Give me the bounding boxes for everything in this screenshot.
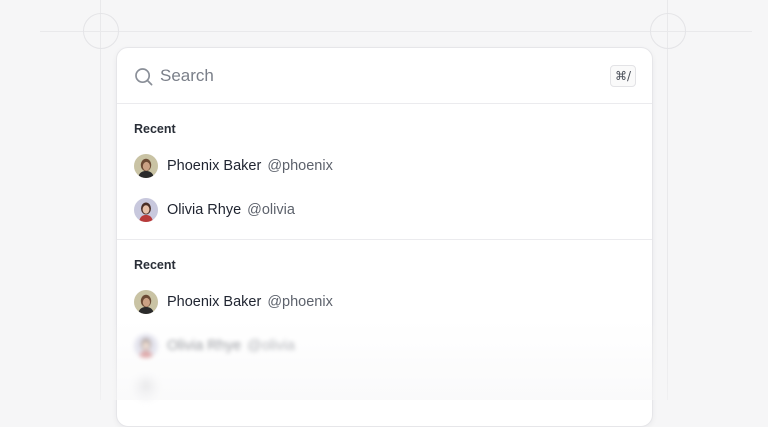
phoenix-avatar (134, 290, 158, 314)
list-item[interactable] (134, 374, 634, 402)
list-item-phoenix-baker[interactable]: Phoenix Baker @phoenix (134, 152, 634, 180)
user-name: Olivia Rhye (167, 338, 242, 354)
user-handle: @olivia (247, 202, 295, 218)
user-handle: @phoenix (267, 294, 333, 310)
user-handle: @phoenix (267, 158, 333, 174)
guide-circle-right (650, 13, 686, 49)
phoenix-avatar (134, 154, 158, 178)
list-item-olivia-rhye[interactable]: Olivia Rhye @olivia (134, 196, 634, 224)
olivia-avatar (134, 198, 158, 222)
user-name: Phoenix Baker (167, 158, 262, 174)
list-item-olivia-rhye[interactable]: Olivia Rhye @olivia (134, 332, 634, 360)
user-name: Phoenix Baker (167, 294, 262, 310)
keyboard-shortcut-badge: ⌘/ (609, 65, 636, 87)
user-name: Olivia Rhye (167, 202, 242, 218)
avatar (134, 376, 158, 400)
search-input[interactable] (160, 64, 560, 88)
user-handle: @olivia (247, 338, 295, 354)
list-item-phoenix-baker[interactable]: Phoenix Baker @phoenix (134, 288, 634, 316)
command-palette: ⌘/ Recent Recent Phoenix Baker @phoenix (116, 47, 653, 427)
section-heading: Recent (134, 122, 176, 136)
guide-line-vertical-right (667, 0, 668, 400)
olivia-avatar (134, 334, 158, 358)
guide-line-horizontal (40, 31, 752, 32)
section-heading: Recent (134, 258, 176, 272)
guide-line-vertical-left (100, 0, 101, 400)
search-bar: ⌘/ (117, 48, 652, 104)
search-icon (134, 67, 154, 87)
guide-circle-left (83, 13, 119, 49)
